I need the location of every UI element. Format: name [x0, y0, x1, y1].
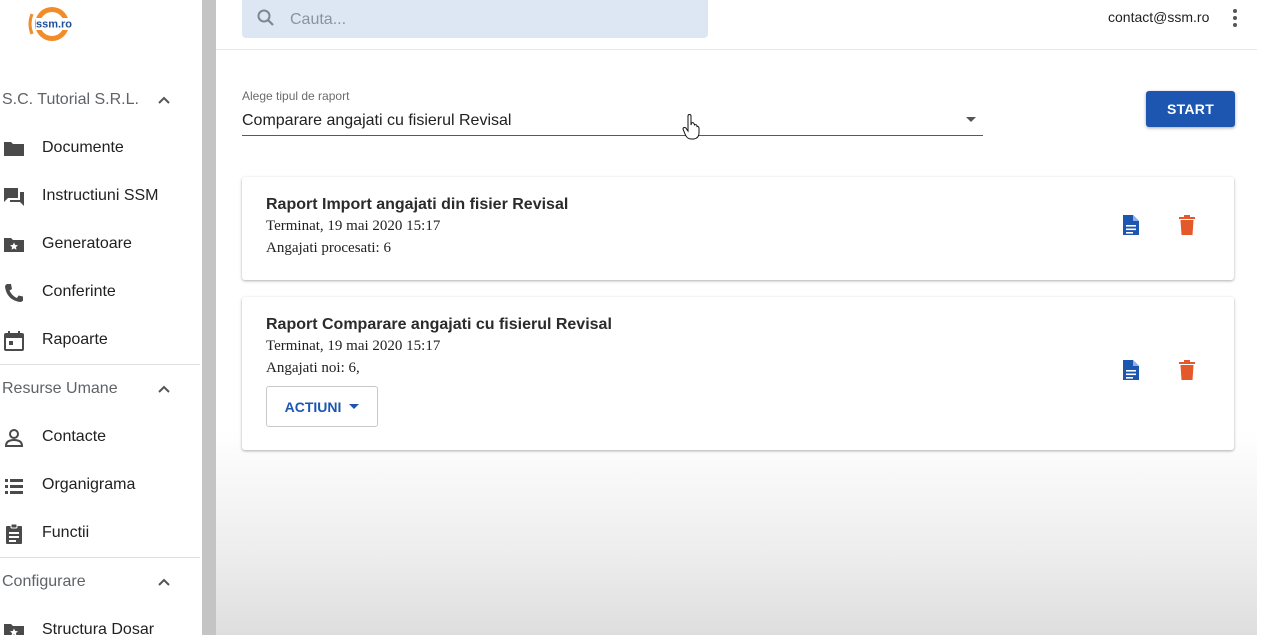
dropdown-arrow-icon — [966, 117, 976, 122]
sidebar-item-documente[interactable]: Documente — [0, 128, 200, 168]
report-detail: Angajati noi: 6, — [266, 360, 360, 376]
person-icon — [4, 429, 24, 447]
section-configurare[interactable]: Configurare — [0, 562, 190, 602]
clipboard-icon — [6, 523, 22, 544]
delete-icon[interactable] — [1179, 215, 1195, 235]
report-type-label: Alege tipul de raport — [242, 89, 350, 103]
sidebar-item-label: Contacte — [42, 428, 107, 445]
top-bar: contact@ssm.ro — [216, 0, 1257, 50]
section-company[interactable]: S.C. Tutorial S.R.L. — [0, 80, 190, 120]
search-icon — [257, 9, 274, 26]
sidebar-divider — [0, 364, 200, 365]
sidebar-item-organigrama[interactable]: Organigrama — [0, 465, 200, 505]
folder-star-icon — [4, 238, 24, 252]
sidebar-item-label: Documente — [42, 139, 124, 156]
report-status: Terminat, 19 mai 2020 15:17 — [266, 218, 441, 234]
sidebar-item-structura-dosar[interactable]: Structura Dosar — [0, 610, 200, 635]
report-card: Raport Import angajati din fisier Revisa… — [242, 177, 1234, 280]
sidebar: ssm.ro S.C. Tutorial S.R.L. Documente In… — [0, 0, 202, 635]
report-detail: Angajati procesati: 6 — [266, 240, 391, 256]
sidebar-item-functii[interactable]: Functii — [0, 513, 200, 553]
report-status: Terminat, 19 mai 2020 15:17 — [266, 338, 441, 354]
folder-icon — [4, 142, 24, 156]
section-resurse-umane-label: Resurse Umane — [2, 380, 118, 397]
user-email[interactable]: contact@ssm.ro — [1108, 9, 1209, 25]
sidebar-item-label: Structura Dosar — [42, 621, 155, 635]
calendar-icon — [4, 331, 24, 351]
logo-text: ssm.ro — [36, 19, 72, 31]
sidebar-item-label: Instructiuni SSM — [42, 187, 159, 204]
ssm-logo[interactable]: ssm.ro — [26, 2, 74, 48]
sidebar-item-label: Generatoare — [42, 235, 132, 252]
folder-star-icon — [4, 624, 24, 635]
actions-button[interactable]: ACTIUNI — [266, 386, 378, 427]
sidebar-item-label: Conferinte — [42, 283, 116, 300]
forum-icon — [4, 188, 24, 206]
list-icon — [5, 479, 23, 494]
section-company-label: S.C. Tutorial S.R.L. — [2, 91, 139, 108]
phone-icon — [5, 284, 23, 302]
report-type-value: Comparare angajati cu fisierul Revisal — [242, 112, 512, 129]
sidebar-item-rapoarte[interactable]: Rapoarte — [0, 320, 200, 360]
sidebar-item-generatoare[interactable]: Generatoare — [0, 224, 200, 264]
delete-icon[interactable] — [1179, 360, 1195, 380]
more-vert-icon[interactable] — [1226, 7, 1244, 29]
chevron-up-icon — [158, 96, 170, 104]
sidebar-item-instructiuni[interactable]: Instructiuni SSM — [0, 176, 200, 216]
actions-button-label: ACTIUNI — [284, 398, 342, 415]
main-content: contact@ssm.ro Alege tipul de raport Com… — [216, 0, 1257, 635]
dropdown-arrow-icon — [349, 403, 360, 409]
search-input[interactable] — [288, 6, 692, 34]
sidebar-item-contacte[interactable]: Contacte — [0, 417, 200, 457]
sidebar-item-conferinte[interactable]: Conferinte — [0, 272, 200, 312]
chevron-up-icon — [158, 385, 170, 393]
report-title: Raport Import angajati din fisier Revisa… — [266, 196, 569, 213]
document-icon[interactable] — [1122, 359, 1140, 381]
hand-cursor-icon — [682, 114, 700, 140]
sidebar-divider — [0, 557, 200, 558]
sidebar-item-label: Rapoarte — [42, 331, 108, 348]
window-edge — [1257, 0, 1261, 635]
document-icon[interactable] — [1122, 214, 1140, 236]
section-resurse-umane[interactable]: Resurse Umane — [0, 369, 190, 409]
report-type-select[interactable]: Comparare angajati cu fisierul Revisal — [242, 104, 983, 136]
sidebar-item-label: Organigrama — [42, 476, 136, 493]
search-bar[interactable] — [242, 0, 708, 38]
start-button[interactable]: START — [1146, 91, 1235, 127]
chevron-up-icon — [158, 578, 170, 586]
sidebar-scrollbar[interactable] — [202, 0, 216, 635]
report-card: Raport Comparare angajati cu fisierul Re… — [242, 297, 1234, 450]
sidebar-item-label: Functii — [42, 524, 90, 541]
section-configurare-label: Configurare — [2, 573, 86, 590]
report-title: Raport Comparare angajati cu fisierul Re… — [266, 316, 612, 333]
